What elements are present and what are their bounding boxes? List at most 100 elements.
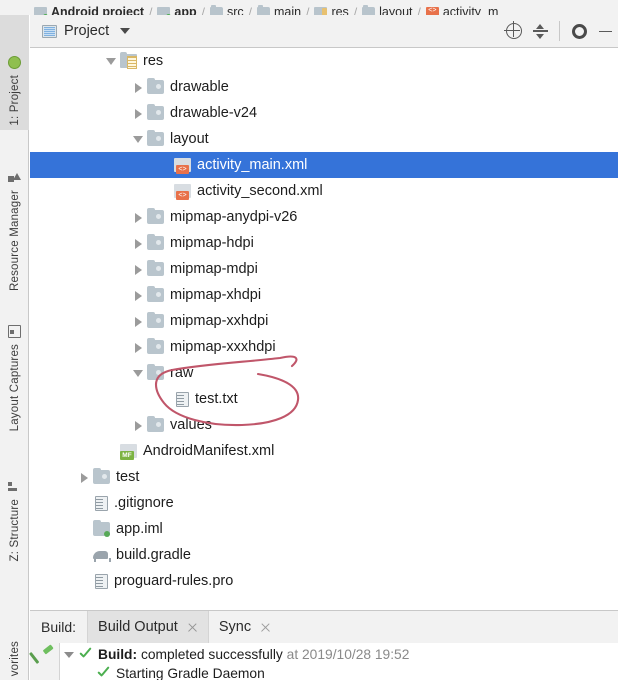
tool-button-resource-manager[interactable]: Resource Manager (0, 145, 29, 295)
build-tool-window-tabs: Build: Build Output Sync (30, 610, 618, 644)
build-window-label: Build: (41, 619, 77, 635)
tree-row-label: mipmap-xhdpi (170, 287, 262, 303)
tree-row-label: build.gradle (116, 547, 191, 563)
tree-row-proguard-rules-pro[interactable]: proguard-rules.pro (30, 568, 618, 594)
gear-icon[interactable] (566, 18, 592, 44)
breadcrumb-item-main[interactable]: main (257, 0, 301, 15)
tree-row-mipmap-xxhdpi[interactable]: mipmap-xxhdpi (30, 308, 618, 334)
locate-icon[interactable] (501, 18, 527, 44)
tree-row-activity-second-xml[interactable]: activity_second.xml (30, 178, 618, 204)
tree-row-app-iml[interactable]: app.iml (30, 516, 618, 542)
hammer-icon[interactable] (36, 647, 53, 664)
twisty-collapsed-icon[interactable] (131, 282, 147, 308)
tree-row-drawable[interactable]: drawable (30, 74, 618, 100)
breadcrumb-item-label: layout (379, 5, 413, 16)
tree-row-values[interactable]: values (30, 412, 618, 438)
close-icon[interactable] (187, 622, 198, 633)
tree-row-raw[interactable]: raw (30, 360, 618, 386)
breadcrumb-item-label: res (331, 5, 349, 16)
panel-toolbar (501, 15, 618, 48)
module-app-icon (157, 7, 172, 15)
tree-row-drawable-v24[interactable]: drawable-v24 (30, 100, 618, 126)
folder-icon (362, 5, 376, 15)
build-output-line[interactable]: Build: completed successfully at 2019/10… (60, 645, 618, 664)
check-icon (78, 648, 92, 662)
tree-row-mipmap-anydpi-v26[interactable]: mipmap-anydpi-v26 (30, 204, 618, 230)
twisty-collapsed-icon[interactable] (131, 74, 147, 100)
breadcrumb-item-activity-m[interactable]: activity_m (425, 0, 498, 15)
check-icon (96, 667, 110, 680)
tree-row-res[interactable]: res (30, 48, 618, 74)
tree-row-mipmap-xhdpi[interactable]: mipmap-xhdpi (30, 282, 618, 308)
breadcrumb-item-android-project[interactable]: Android project (34, 0, 144, 15)
tree-row-label: test.txt (195, 391, 238, 407)
tree-row-label: activity_main.xml (197, 157, 308, 173)
twisty-collapsed-icon[interactable] (131, 334, 147, 360)
twisty-expanded-icon[interactable] (131, 126, 147, 152)
tool-button-label: Z: Structure (8, 498, 21, 561)
breadcrumb-separator: / (149, 5, 153, 15)
twisty-collapsed-icon[interactable] (131, 230, 147, 256)
folder-icon (147, 103, 164, 120)
xml-file-icon (174, 184, 191, 200)
twisty-collapsed-icon[interactable] (131, 256, 147, 282)
tool-button-vorites[interactable]: vorites (0, 615, 29, 680)
breadcrumb-item-label: Android project (51, 5, 145, 16)
folder-icon (147, 233, 164, 250)
tool-button-1-project[interactable]: 1: Project (0, 15, 29, 130)
tree-row-label: layout (170, 131, 209, 147)
twisty-expanded-icon[interactable] (131, 360, 147, 386)
twisty-collapsed-icon[interactable] (77, 464, 93, 490)
minimize-icon[interactable] (592, 18, 618, 44)
build-output-line[interactable]: Starting Gradle Daemon (60, 664, 618, 680)
build-line-bold-text: Build: (98, 647, 138, 662)
tree-row-test[interactable]: test (30, 464, 618, 490)
tree-row-label: mipmap-hdpi (170, 235, 254, 251)
breadcrumb-item-src[interactable]: src (209, 0, 244, 15)
tree-row-build-gradle[interactable]: build.gradle (30, 542, 618, 568)
breadcrumb-item-res[interactable]: res (314, 0, 349, 16)
twisty-collapsed-icon[interactable] (131, 412, 147, 438)
tool-button-layout-captures[interactable]: Layout Captures (0, 305, 29, 435)
collapse-all-icon[interactable] (527, 18, 553, 44)
twisty-collapsed-icon[interactable] (131, 308, 147, 334)
tree-row-androidmanifest-xml[interactable]: AndroidManifest.xml (30, 438, 618, 464)
breadcrumb-item-app[interactable]: app (157, 0, 197, 16)
text-file-icon (95, 573, 108, 589)
manifest-file-icon (120, 444, 137, 460)
build-output-lines[interactable]: Build: completed successfully at 2019/10… (60, 643, 618, 680)
tree-row-mipmap-xxxhdpi[interactable]: mipmap-xxxhdpi (30, 334, 618, 360)
folder-icon (93, 467, 110, 484)
build-line-text: completed successfully (140, 647, 283, 662)
tree-row-mipmap-hdpi[interactable]: mipmap-hdpi (30, 230, 618, 256)
twisty-expanded-icon[interactable] (104, 48, 120, 74)
breadcrumb-item-layout[interactable]: layout (362, 0, 413, 16)
tree-row--gitignore[interactable]: .gitignore (30, 490, 618, 516)
folder-icon (147, 259, 164, 276)
gradle-file-icon (93, 548, 111, 562)
project-tree[interactable]: res drawable drawable-v24 layout activity_ma… (30, 48, 618, 610)
tree-row-test-txt[interactable]: test.txt (30, 386, 618, 412)
chevron-down-icon[interactable] (120, 28, 131, 34)
text-file-icon (176, 391, 189, 407)
tool-button-z-structure[interactable]: Z: Structure (0, 445, 29, 565)
build-tab-build-output[interactable]: Build Output (87, 610, 208, 644)
tree-row-activity-main-xml[interactable]: activity_main.xml (30, 152, 618, 178)
tree-row-label: AndroidManifest.xml (143, 443, 275, 459)
breadcrumb[interactable]: Android project / app / src / main / res / layout /… (0, 0, 618, 15)
folder-icon (209, 5, 223, 15)
twisty-collapsed-icon[interactable] (131, 204, 147, 230)
tree-row-layout[interactable]: layout (30, 126, 618, 152)
twisty-expanded-icon[interactable] (60, 645, 78, 664)
breadcrumb-item-label: app (174, 5, 197, 16)
close-icon[interactable] (260, 622, 271, 633)
build-tab-sync[interactable]: Sync (207, 610, 281, 644)
project-panel-header: Project (30, 15, 618, 48)
xml-file-icon (425, 5, 439, 15)
tree-row-mipmap-mdpi[interactable]: mipmap-mdpi (30, 256, 618, 282)
toolbar-divider (559, 21, 560, 41)
twisty-collapsed-icon[interactable] (131, 100, 147, 126)
